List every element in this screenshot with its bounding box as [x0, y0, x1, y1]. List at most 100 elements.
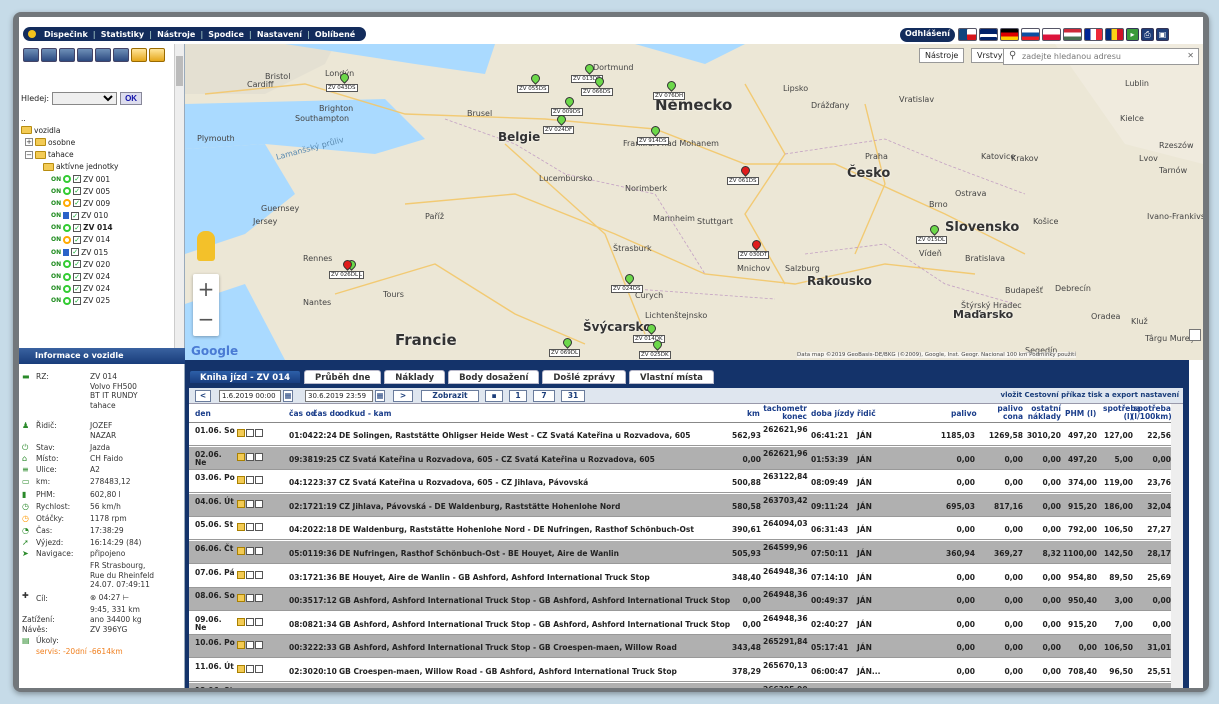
- terms-link[interactable]: Podmínky použití: [1029, 352, 1076, 358]
- menu-oblibene[interactable]: Oblíbené: [310, 30, 360, 39]
- period-1-button[interactable]: 1: [509, 390, 527, 402]
- flag-ro-icon[interactable]: [1105, 28, 1124, 41]
- unit-checkbox[interactable]: ✓: [73, 296, 82, 305]
- edit-icon[interactable]: [255, 617, 263, 626]
- lock-icon[interactable]: ▪: [485, 390, 503, 402]
- folder-icon[interactable]: [237, 429, 245, 437]
- menu-nastroje[interactable]: Nástroje: [152, 30, 200, 39]
- document-icon[interactable]: [246, 665, 254, 673]
- document-icon[interactable]: [246, 570, 254, 579]
- print-icon[interactable]: ⎙: [1141, 28, 1154, 41]
- show-button[interactable]: Zobrazit: [421, 390, 479, 402]
- vehicle-marker-label[interactable]: ZV 043DS: [326, 84, 358, 92]
- checklist-icon[interactable]: [77, 48, 93, 62]
- folder-icon[interactable]: [237, 617, 245, 626]
- vehicle-marker-label[interactable]: ZV 066DS: [581, 88, 613, 96]
- tree-scrollbar[interactable]: [174, 44, 184, 348]
- flag-gb-icon[interactable]: [979, 28, 998, 41]
- tree-node-vozidla[interactable]: vozidla: [21, 124, 171, 136]
- folder-icon[interactable]: [237, 641, 245, 650]
- folder-icon[interactable]: [237, 594, 245, 603]
- export-icon[interactable]: ▸: [1126, 28, 1139, 41]
- clear-icon[interactable]: ✕: [1187, 51, 1194, 60]
- table-row[interactable]: 05.06. St 04:20 22:18 DE Waldenburg, Rastst…: [189, 517, 1183, 541]
- folder-icon[interactable]: [149, 48, 165, 62]
- folder-icon[interactable]: [237, 476, 245, 485]
- vehicle-marker-label[interactable]: ZV 015DL: [916, 236, 948, 244]
- document-icon[interactable]: [246, 523, 254, 532]
- document-icon[interactable]: [246, 476, 254, 485]
- table-row[interactable]: 08.06. So 00:35 17:12 GB Ashford, Ashford I…: [189, 588, 1183, 612]
- calendar-to-icon[interactable]: ▦: [375, 390, 385, 402]
- folder-icon[interactable]: [237, 452, 245, 461]
- unit-checkbox[interactable]: ✓: [73, 199, 82, 208]
- truck-add-icon[interactable]: [23, 48, 39, 62]
- zoom-in-button[interactable]: +: [193, 274, 219, 304]
- menu-nastaveni[interactable]: Nastavení: [252, 30, 307, 39]
- col-cas-do[interactable]: čas do: [313, 410, 340, 418]
- tab-prubeh-dne[interactable]: Průběh dne: [304, 370, 382, 384]
- edit-icon[interactable]: [255, 476, 263, 485]
- edit-icon[interactable]: [255, 547, 263, 555]
- folder-icon[interactable]: [237, 547, 245, 555]
- table-row[interactable]: 02.06. Ne 09:38 19:25 CZ Svatá Kateřina u R…: [189, 446, 1183, 470]
- truck-group-icon[interactable]: [95, 48, 111, 62]
- document-icon[interactable]: [246, 594, 254, 603]
- fullscreen-icon[interactable]: [1189, 329, 1201, 341]
- table-row[interactable]: 07.06. Pá 03:17 21:36 BE Houyet, Aire de Wa…: [189, 565, 1183, 588]
- vehicle-marker-label[interactable]: ZV 055DS: [517, 85, 549, 93]
- tree-unit[interactable]: ON ✓ ZV 015: [21, 246, 171, 258]
- period-7-button[interactable]: 7: [533, 390, 555, 402]
- vehicle-marker-label[interactable]: ZV 061DS: [727, 177, 759, 185]
- driver-icon[interactable]: [131, 48, 147, 62]
- vehicle-marker-label[interactable]: ZV 026DL: [329, 271, 361, 279]
- folder-icon[interactable]: [237, 665, 245, 673]
- tab-dosle-zpravy[interactable]: Došlé zprávy: [542, 370, 627, 384]
- edit-icon[interactable]: [255, 665, 263, 673]
- tree-unit[interactable]: ON ✓ ZV 025: [21, 295, 171, 307]
- period-31-button[interactable]: 31: [561, 390, 585, 402]
- edit-icon[interactable]: [255, 570, 263, 579]
- table-row[interactable]: 01.06. So 01:04 22:24 DE Solingen, Raststät…: [189, 423, 1183, 446]
- folder-icon[interactable]: [237, 523, 245, 532]
- vehicle-marker-label[interactable]: ZV 009DS: [551, 108, 583, 116]
- col-ostatni[interactable]: ostatní náklady: [1027, 405, 1061, 421]
- vehicle-marker-label[interactable]: ZV 914DS: [637, 137, 669, 145]
- table-scrollbar[interactable]: [1171, 404, 1183, 688]
- edit-icon[interactable]: [255, 641, 263, 650]
- search-select[interactable]: [52, 92, 118, 105]
- date-to-input[interactable]: 30.6.2019 23:59: [305, 390, 373, 402]
- edit-icon[interactable]: [255, 429, 263, 437]
- ok-button[interactable]: OK: [120, 92, 143, 105]
- street-view-pegman-icon[interactable]: [197, 231, 215, 261]
- document-icon[interactable]: [246, 547, 254, 555]
- col-odkud-kam[interactable]: odkud - kam: [339, 410, 391, 418]
- table-row[interactable]: 10.06. Po 00:32 22:33 GB Ashford, Ashford I…: [189, 635, 1183, 659]
- scroll-thumb[interactable]: [176, 56, 183, 86]
- tree-node-aktivne[interactable]: aktívne jednotky: [21, 161, 171, 173]
- table-row[interactable]: 03.06. Po 04:12 23:37 CZ Svatá Kateřina u R…: [189, 470, 1183, 494]
- truck-list-icon[interactable]: [41, 48, 57, 62]
- unit-checkbox[interactable]: ✓: [73, 284, 82, 293]
- expand-icon[interactable]: +: [25, 138, 33, 147]
- table-row[interactable]: 06.06. Čt 05:01 19:36 DE Nufringen, Rasthof…: [189, 541, 1183, 564]
- right-tools[interactable]: vložit Cestovní příkaz tisk a export nas…: [1001, 391, 1180, 399]
- flag-de-icon[interactable]: [1000, 28, 1019, 41]
- unit-checkbox[interactable]: ✓: [73, 187, 82, 196]
- document-icon[interactable]: [246, 617, 254, 626]
- tree-node-tahace[interactable]: − tahace: [21, 149, 171, 161]
- tree-unit[interactable]: ON ✓ ZV 024: [21, 270, 171, 282]
- col-km[interactable]: km: [747, 410, 760, 418]
- edit-icon[interactable]: [255, 452, 263, 461]
- next-period-button[interactable]: >: [393, 390, 413, 402]
- col-den[interactable]: den: [195, 410, 211, 418]
- tree-unit[interactable]: ON ✓ ZV 005: [21, 185, 171, 197]
- document-icon[interactable]: [246, 429, 254, 437]
- table-row[interactable]: 04.06. Út 02:17 21:19 CZ Jihlava, Pávovská …: [189, 493, 1183, 517]
- col-palivo[interactable]: palivo: [951, 410, 977, 418]
- flag-sk-icon[interactable]: [1021, 28, 1040, 41]
- flag-pl-icon[interactable]: [1042, 28, 1061, 41]
- vehicle-marker-label[interactable]: ZV 069DL: [549, 349, 581, 357]
- calendar-from-icon[interactable]: ▦: [283, 390, 293, 402]
- map-tools-button[interactable]: Nástroje: [919, 48, 965, 63]
